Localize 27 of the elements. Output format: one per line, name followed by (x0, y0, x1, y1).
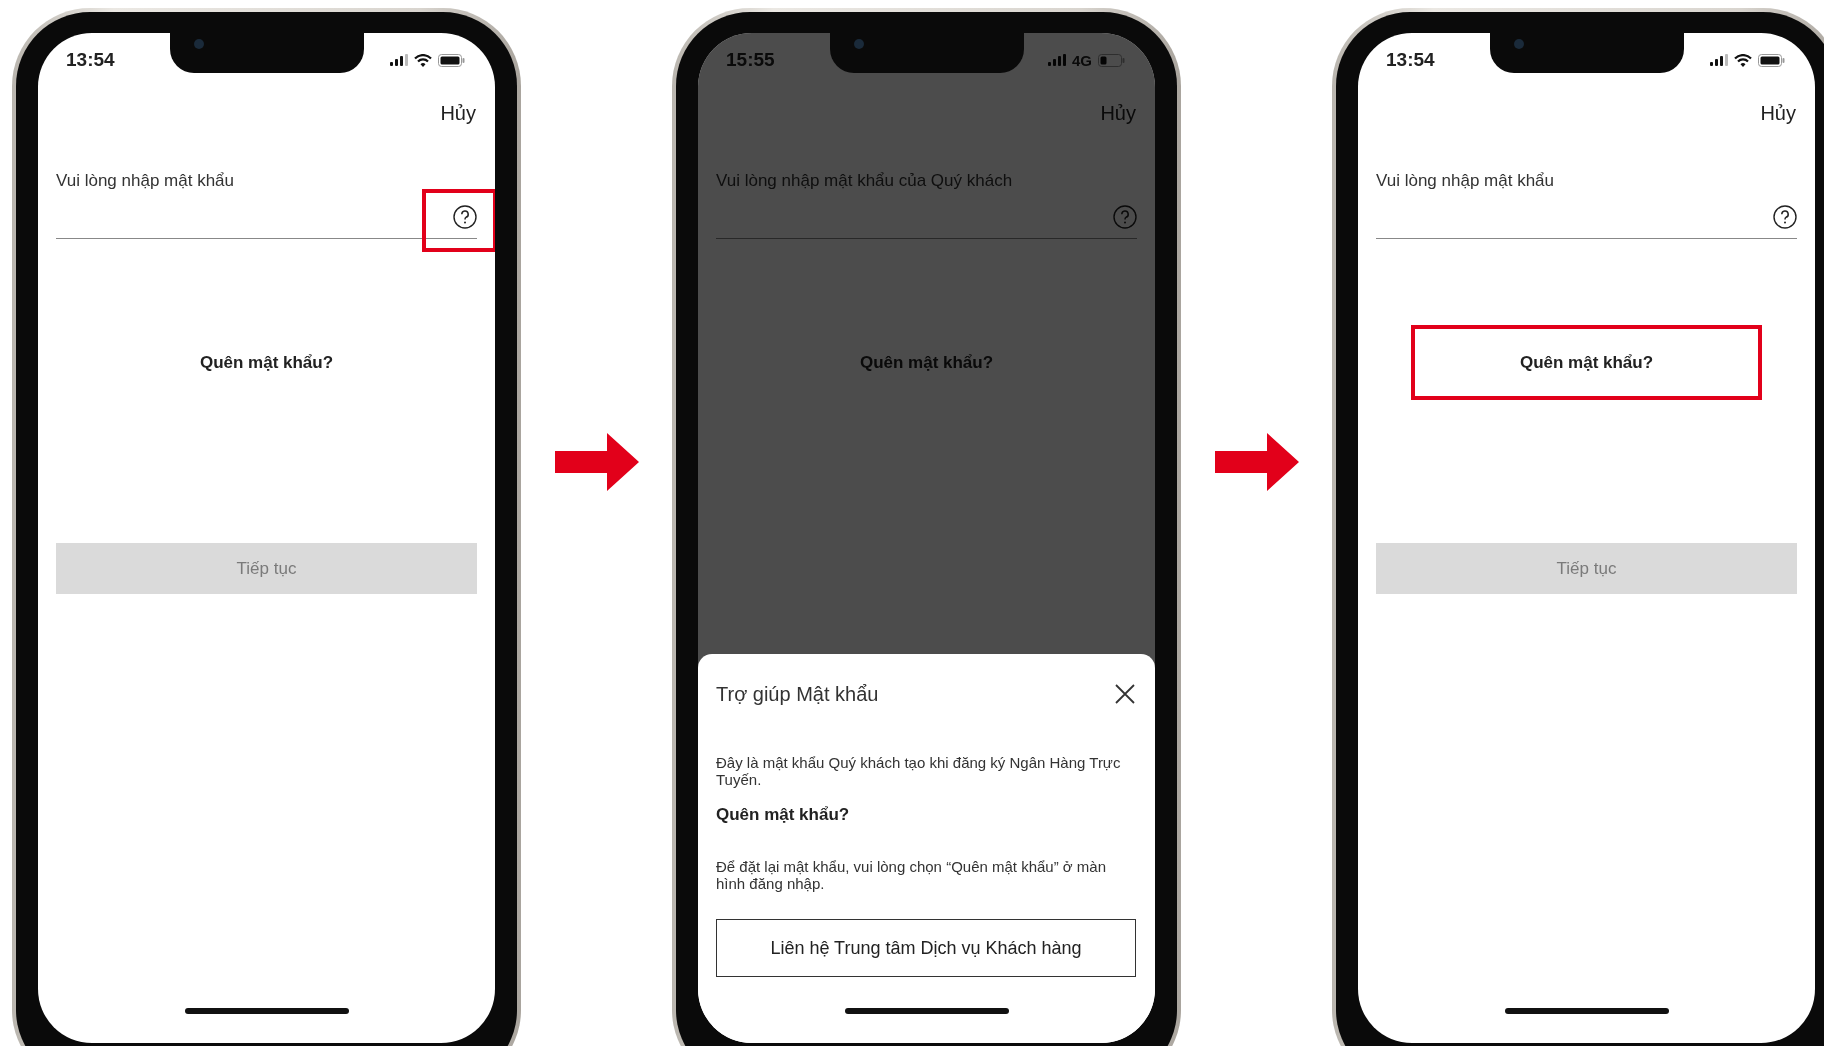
status-time: 13:54 (66, 49, 115, 71)
arrow-icon (554, 433, 639, 491)
field-label: Vui lòng nhập mật khẩu (56, 170, 234, 192)
help-icon[interactable] (1773, 205, 1797, 229)
wifi-icon (1734, 53, 1752, 67)
close-icon[interactable] (1114, 683, 1136, 705)
signal-icon (1710, 54, 1728, 66)
sheet-title: Trợ giúp Mật khẩu (716, 682, 879, 706)
sheet-text: Để đặt lại mật khẩu, vui lòng chọn “Quên mật khẩu” ở màn hình đăng nhập. (716, 858, 1108, 892)
contact-button[interactable]: Liên hệ Trung tâm Dịch vụ Khách hàng (716, 919, 1136, 977)
field-label: Vui lòng nhập mật khẩu của Quý khách (716, 170, 1013, 192)
help-icon[interactable] (453, 205, 477, 229)
network-label: 4G (1072, 51, 1092, 69)
forgot-password-link[interactable]: Quên mật khẩu? (91, 325, 442, 400)
battery-icon (1758, 53, 1785, 67)
signal-icon (390, 54, 408, 66)
forgot-password-link[interactable]: Quên mật khẩu? (1411, 325, 1762, 400)
battery-icon (438, 53, 465, 67)
status-time: 13:54 (1386, 49, 1435, 71)
sheet-text: Đây là mật khẩu Quý khách tạo khi đăng ký Ngân Hàng Trực Tuyến. (716, 754, 1122, 788)
status-time: 15:55 (726, 49, 775, 71)
sheet-subheading: Quên mật khẩu? (716, 804, 851, 826)
cancel-link[interactable]: Hủy (440, 101, 476, 125)
wifi-icon (414, 53, 432, 67)
cancel-link[interactable]: Hủy (1760, 101, 1796, 125)
arrow-icon (1214, 433, 1299, 491)
field-label: Vui lòng nhập mật khẩu (1376, 170, 1554, 192)
